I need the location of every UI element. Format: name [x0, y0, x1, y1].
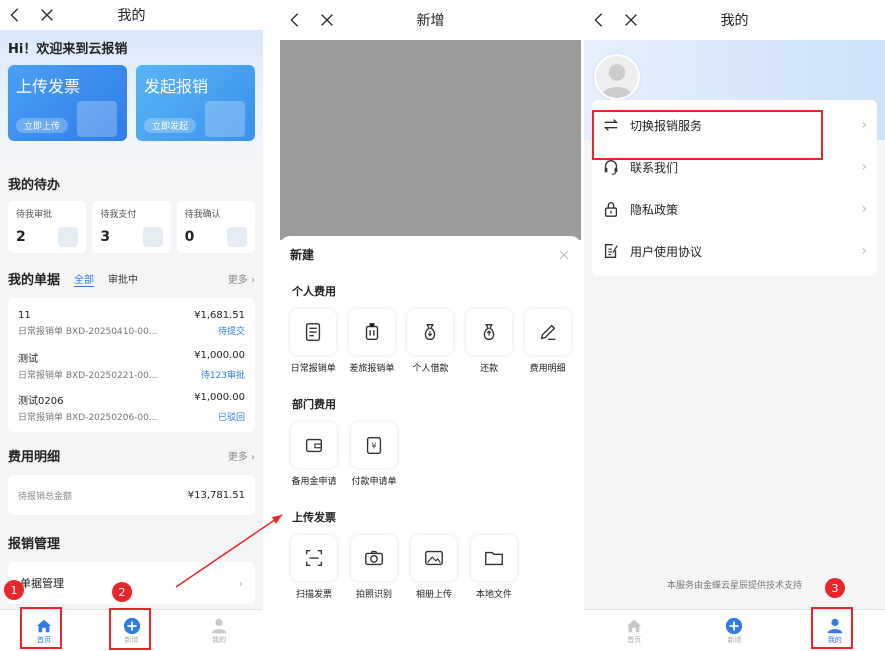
annotation-arrow [175, 514, 283, 588]
highlight-add-tab [109, 608, 151, 650]
step-badge-1: 1 [4, 580, 24, 600]
step-badge-3: 3 [825, 578, 845, 598]
highlight-switch-service [592, 110, 823, 160]
highlight-mine-tab [811, 607, 853, 649]
step-badge-2: 2 [112, 582, 132, 602]
highlight-home-tab [20, 607, 62, 649]
